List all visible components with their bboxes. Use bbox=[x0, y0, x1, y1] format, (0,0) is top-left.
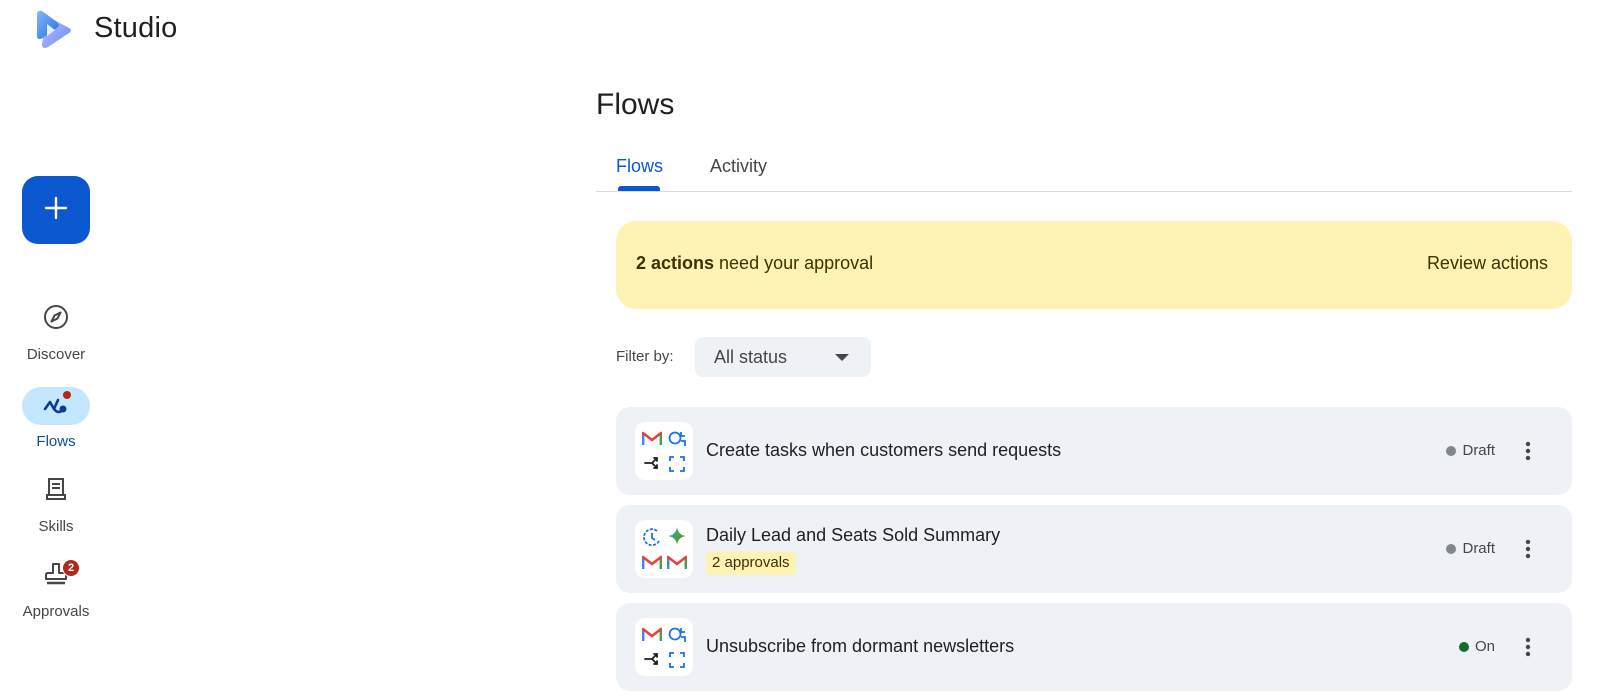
compass-icon bbox=[42, 303, 70, 336]
gmail-icon bbox=[642, 431, 662, 445]
status-label: On bbox=[1474, 638, 1495, 655]
status-filter-dropdown[interactable]: All status bbox=[695, 337, 871, 377]
shuffle-icon bbox=[644, 457, 658, 469]
schedule-icon bbox=[643, 528, 660, 547]
more-options-button[interactable] bbox=[1514, 437, 1542, 465]
app-header: Studio bbox=[0, 0, 1600, 64]
create-flow-button[interactable] bbox=[22, 176, 90, 244]
sidebar-item-approvals[interactable]: 2 Approvals bbox=[0, 557, 112, 620]
sidebar-icon-container bbox=[22, 387, 90, 425]
tasks-icon bbox=[668, 431, 686, 446]
more-options-button[interactable] bbox=[1514, 535, 1542, 563]
approval-banner: 2 actions need your approval Review acti… bbox=[616, 221, 1572, 309]
sparkle-icon bbox=[668, 527, 686, 545]
flow-app-icons bbox=[635, 422, 693, 480]
flow-card[interactable]: Create tasks when customers send request… bbox=[616, 407, 1572, 495]
flow-app-icons bbox=[635, 618, 693, 676]
status-dot bbox=[1446, 445, 1457, 456]
banner-count: 2 actions bbox=[636, 253, 715, 273]
flow-status: On bbox=[1458, 638, 1495, 655]
sidebar-item-label: Approvals bbox=[22, 603, 90, 620]
sidebar-icon-container bbox=[22, 472, 90, 510]
approvals-count-badge: 2 bbox=[62, 559, 80, 577]
dropdown-arrow-icon bbox=[835, 354, 849, 361]
status-dot bbox=[1446, 543, 1457, 554]
frame-select-icon bbox=[669, 652, 685, 668]
status-label: Draft bbox=[1462, 540, 1495, 557]
sidebar-icon-container bbox=[22, 300, 90, 338]
document-icon bbox=[42, 475, 70, 508]
tab-bar: Flows Activity bbox=[596, 150, 1572, 192]
gmail-icon bbox=[642, 627, 662, 641]
approvals-chip[interactable]: 2 approvals bbox=[706, 551, 796, 575]
flow-status: Draft bbox=[1446, 540, 1495, 557]
sidebar-item-skills[interactable]: Skills bbox=[0, 472, 112, 535]
status-label: Draft bbox=[1462, 442, 1495, 459]
review-actions-button[interactable]: Review actions bbox=[1427, 253, 1548, 274]
sidebar-item-discover[interactable]: Discover bbox=[0, 300, 112, 363]
flow-name: Daily Lead and Seats Sold Summary bbox=[706, 525, 1001, 545]
more-options-button[interactable] bbox=[1514, 633, 1542, 661]
notification-dot bbox=[63, 391, 71, 399]
flow-card[interactable]: Daily Lead and Seats Sold Summary 2 appr… bbox=[616, 505, 1572, 593]
app-title: Studio bbox=[94, 12, 178, 44]
flow-app-icons bbox=[635, 520, 693, 578]
more-vert-icon bbox=[1525, 539, 1531, 559]
frame-select-icon bbox=[669, 456, 685, 472]
sidebar-item-label: Flows bbox=[36, 433, 76, 450]
sidebar-item-label: Discover bbox=[26, 346, 86, 363]
page-title: Flows bbox=[596, 88, 675, 121]
banner-message: 2 actions need your approval bbox=[636, 253, 873, 274]
active-tab-indicator bbox=[618, 186, 660, 191]
filter-selected-value: All status bbox=[714, 346, 788, 367]
sidebar-icon-container: 2 bbox=[22, 557, 90, 595]
flow-status: Draft bbox=[1446, 442, 1495, 459]
flow-name: Unsubscribe from dormant newsletters bbox=[706, 636, 1015, 656]
sidebar-item-flows[interactable]: Flows bbox=[0, 387, 112, 450]
filter-label: Filter by: bbox=[616, 348, 674, 365]
gmail-icon bbox=[667, 555, 687, 569]
sidebar-item-label: Skills bbox=[38, 518, 74, 535]
plus-icon bbox=[43, 195, 69, 226]
banner-rest: need your approval bbox=[714, 253, 874, 273]
tasks-icon bbox=[668, 627, 686, 642]
studio-logo-icon[interactable] bbox=[33, 8, 77, 52]
flow-card[interactable]: Unsubscribe from dormant newsletters On bbox=[616, 603, 1572, 691]
tab-activity[interactable]: Activity bbox=[710, 156, 767, 177]
flow-name: Create tasks when customers send request… bbox=[706, 440, 1062, 460]
more-vert-icon bbox=[1525, 637, 1531, 657]
tab-flows[interactable]: Flows bbox=[616, 156, 663, 177]
gmail-icon bbox=[642, 555, 662, 569]
more-vert-icon bbox=[1525, 441, 1531, 461]
shuffle-icon bbox=[644, 653, 658, 665]
status-dot bbox=[1458, 641, 1469, 652]
